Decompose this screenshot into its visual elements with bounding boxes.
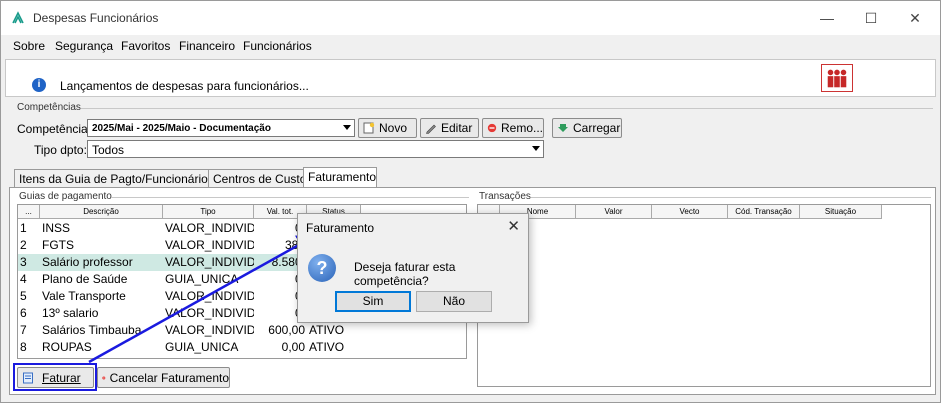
table-cell: INSS	[40, 220, 163, 237]
column-header[interactable]: ...	[18, 205, 40, 219]
tab-itens-guia[interactable]: Itens da Guia de Pagto/Funcionários	[14, 169, 209, 188]
table-cell: VALOR_INDIVID...	[163, 288, 254, 305]
divider	[81, 108, 933, 109]
info-banner: i Lançamentos de despesas para funcionár…	[5, 59, 936, 97]
tipo-dpto-label: Tipo dpto:	[34, 143, 87, 157]
menu-bar: Sobre Segurança Favoritos Financeiro Fun…	[1, 35, 940, 57]
competencia-value: 2025/Mai - 2025/Maio - Documentação	[92, 123, 271, 134]
chevron-down-icon	[343, 125, 351, 130]
table-cell: ATIVO	[307, 322, 361, 339]
chevron-down-icon	[532, 146, 540, 151]
minimize-button[interactable]: —	[813, 7, 841, 29]
people-icon	[821, 64, 853, 92]
table-cell: 4	[18, 271, 40, 288]
transacoes-group-label: Transações	[479, 191, 531, 202]
table-cell: ROUPAS	[40, 339, 163, 356]
remove-icon	[487, 122, 497, 134]
competencia-select[interactable]: 2025/Mai - 2025/Maio - Documentação	[87, 119, 355, 137]
tipo-dpto-select[interactable]: Todos	[87, 140, 544, 158]
remover-button[interactable]: Remo...	[482, 118, 544, 138]
editar-button[interactable]: Editar	[420, 118, 479, 138]
close-icon[interactable]: ✕	[507, 217, 520, 235]
cancelar-faturamento-label: Cancelar Faturamento	[110, 371, 229, 385]
table-cell: GUIA_UNICA	[163, 271, 254, 288]
banner-text: Lançamentos de despesas para funcionário…	[60, 79, 309, 93]
divider	[111, 197, 469, 198]
table-row[interactable]: 7Salários TimbaubaVALOR_INDIVID...600,00…	[18, 322, 361, 339]
menu-favoritos[interactable]: Favoritos	[121, 39, 170, 53]
tipo-dpto-value: Todos	[92, 143, 124, 157]
menu-seguranca[interactable]: Segurança	[55, 39, 113, 53]
table-cell: VALOR_INDIVID...	[163, 305, 254, 322]
column-header[interactable]: Vecto	[652, 205, 728, 219]
dialog-title: Faturamento	[306, 221, 374, 235]
table-cell: FGTS	[40, 237, 163, 254]
table-cell: Salário professor	[40, 254, 163, 271]
table-cell: 3	[18, 254, 40, 271]
pencil-icon	[425, 122, 437, 134]
carregar-label: Carregar	[573, 121, 620, 135]
table-cell: VALOR_INDIVID...	[163, 237, 254, 254]
question-icon: ?	[308, 254, 336, 282]
table-cell: Vale Transporte	[40, 288, 163, 305]
main-window: Despesas Funcionários — ☐ ✕ Sobre Segura…	[0, 0, 941, 403]
cancelar-faturamento-button[interactable]: Cancelar Faturamento	[97, 367, 230, 388]
novo-button[interactable]: Novo	[358, 118, 417, 138]
column-header[interactable]: Tipo	[163, 205, 254, 219]
menu-financeiro[interactable]: Financeiro	[179, 39, 235, 53]
table-cell: 8	[18, 339, 40, 356]
menu-sobre[interactable]: Sobre	[13, 39, 45, 53]
editar-label: Editar	[441, 121, 472, 135]
table-cell: ATIVO	[307, 339, 361, 356]
table-cell: VALOR_INDIVID...	[163, 322, 254, 339]
table-cell: VALOR_INDIVID...	[163, 220, 254, 237]
table-cell: 2	[18, 237, 40, 254]
maximize-button[interactable]: ☐	[857, 7, 885, 29]
column-header[interactable]: Descrição	[40, 205, 163, 219]
table-cell: 13º salario	[40, 305, 163, 322]
table-cell: VALOR_INDIVID...	[163, 254, 254, 271]
table-cell: 600,00	[254, 322, 307, 339]
novo-label: Novo	[379, 121, 407, 135]
title-bar: Despesas Funcionários — ☐ ✕	[1, 1, 940, 35]
annotation-highlight	[13, 363, 97, 391]
table-cell: Plano de Saúde	[40, 271, 163, 288]
column-header[interactable]: Situação	[800, 205, 882, 219]
table-cell: 5	[18, 288, 40, 305]
competencias-group-label: Competências	[17, 102, 81, 113]
column-header[interactable]: Cód. Transação	[728, 205, 800, 219]
carregar-button[interactable]: Carregar	[552, 118, 622, 138]
faturamento-dialog: Faturamento ✕ ? Deseja faturar esta comp…	[297, 213, 529, 323]
guias-group-label: Guias de pagamento	[19, 191, 112, 202]
table-cell: Salários Timbauba	[40, 322, 163, 339]
dialog-message: Deseja faturar esta competência?	[354, 260, 528, 288]
app-logo-icon	[11, 11, 25, 25]
transacoes-table: Nome Valor Vecto Cód. Transação Situação	[477, 204, 931, 387]
divider	[531, 197, 931, 198]
table-cell: 1	[18, 220, 40, 237]
remove-icon	[102, 372, 106, 384]
window-title: Despesas Funcionários	[33, 11, 158, 25]
sim-button[interactable]: Sim	[335, 291, 411, 312]
close-button[interactable]: ✕	[901, 7, 929, 29]
info-icon: i	[32, 78, 46, 92]
nao-button[interactable]: Não	[416, 291, 492, 312]
tab-centros-custo[interactable]: Centros de Custo	[208, 169, 304, 188]
remover-label: Remo...	[501, 121, 543, 135]
competencia-label: Competência:	[17, 122, 91, 136]
table-cell: 6	[18, 305, 40, 322]
table-cell: GUIA_UNICA	[163, 339, 254, 356]
tab-faturamento[interactable]: Faturamento	[303, 167, 377, 189]
table-row[interactable]: 8ROUPASGUIA_UNICA0,00ATIVO	[18, 339, 361, 356]
load-icon	[557, 122, 569, 134]
table-cell: 0,00	[254, 339, 307, 356]
menu-funcionarios[interactable]: Funcionários	[243, 39, 312, 53]
column-header[interactable]: Valor	[576, 205, 652, 219]
new-document-icon	[363, 122, 375, 134]
table-cell: 7	[18, 322, 40, 339]
